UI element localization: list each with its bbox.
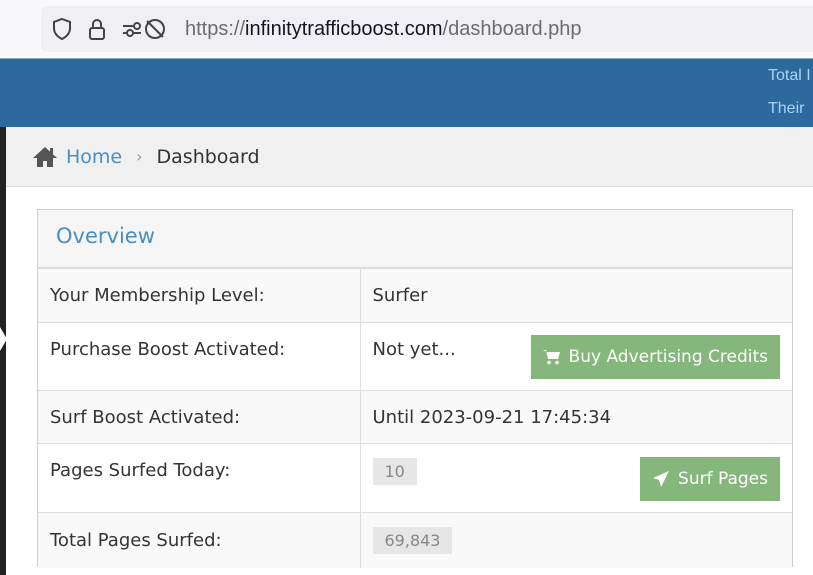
- panel-title: Overview: [38, 210, 792, 268]
- url-text[interactable]: https://infinitytrafficboost.com/dashboa…: [185, 18, 582, 41]
- button-label: Buy Advertising Credits: [568, 347, 768, 367]
- url-domain: infinitytrafficboost.com: [245, 17, 443, 40]
- breadcrumb-current: Dashboard: [156, 145, 260, 168]
- row-value-cell: Not yet... Buy Advertising Credits: [360, 322, 792, 391]
- row-label: Surf Boost Activated:: [38, 390, 361, 444]
- header-stat-2: Their: [768, 100, 805, 117]
- row-label: Pages Surfed Today:: [38, 443, 361, 513]
- row-value: Not yet...: [372, 339, 456, 360]
- pages-today-badge: 10: [372, 458, 417, 485]
- permissions-icon[interactable]: [121, 17, 167, 41]
- row-value-cell: 69,843: [360, 512, 792, 568]
- shield-icon[interactable]: [51, 17, 73, 41]
- row-value: Surfer: [360, 268, 792, 323]
- button-label: Surf Pages: [678, 469, 768, 489]
- cart-icon: [542, 350, 560, 365]
- sidebar-active-arrow-icon: [0, 327, 7, 351]
- table-row: Purchase Boost Activated: Not yet... Buy…: [38, 322, 792, 391]
- paper-plane-icon: [653, 471, 670, 487]
- row-label: Your Membership Level:: [38, 268, 361, 323]
- surf-pages-button[interactable]: Surf Pages: [640, 457, 780, 501]
- site-header: Total I Their: [0, 58, 813, 127]
- row-value: Until 2023-09-21 17:45:34: [360, 390, 792, 444]
- table-row: Pages Surfed Today: 10 Surf Pages: [38, 443, 792, 513]
- header-stat-1: Total I: [768, 67, 811, 84]
- row-value-cell: 10 Surf Pages: [360, 443, 792, 513]
- browser-toolbar: https://infinitytrafficboost.com/dashboa…: [0, 0, 813, 58]
- breadcrumb-home-link[interactable]: Home: [66, 146, 122, 168]
- sidebar: [0, 127, 7, 575]
- url-path: /dashboard.php: [442, 17, 582, 40]
- home-icon: [33, 146, 57, 167]
- table-row: Total Pages Surfed: 69,843: [38, 512, 792, 568]
- total-pages-badge: 69,843: [372, 526, 453, 554]
- buy-advertising-credits-button[interactable]: Buy Advertising Credits: [530, 335, 780, 379]
- row-label: Purchase Boost Activated:: [38, 322, 361, 391]
- chevron-right-icon: ›: [136, 147, 143, 166]
- address-bar[interactable]: https://infinitytrafficboost.com/dashboa…: [41, 6, 813, 52]
- overview-table: Your Membership Level: Surfer Purchase B…: [38, 268, 792, 568]
- table-row: Your Membership Level: Surfer: [38, 268, 792, 323]
- url-scheme: https://: [185, 17, 246, 40]
- overview-panel: Overview Your Membership Level: Surfer P…: [37, 209, 793, 568]
- lock-icon[interactable]: [87, 17, 107, 41]
- table-row: Surf Boost Activated: Until 2023-09-21 1…: [38, 390, 792, 444]
- breadcrumb: Home › Dashboard: [6, 127, 813, 187]
- row-label: Total Pages Surfed:: [38, 512, 361, 568]
